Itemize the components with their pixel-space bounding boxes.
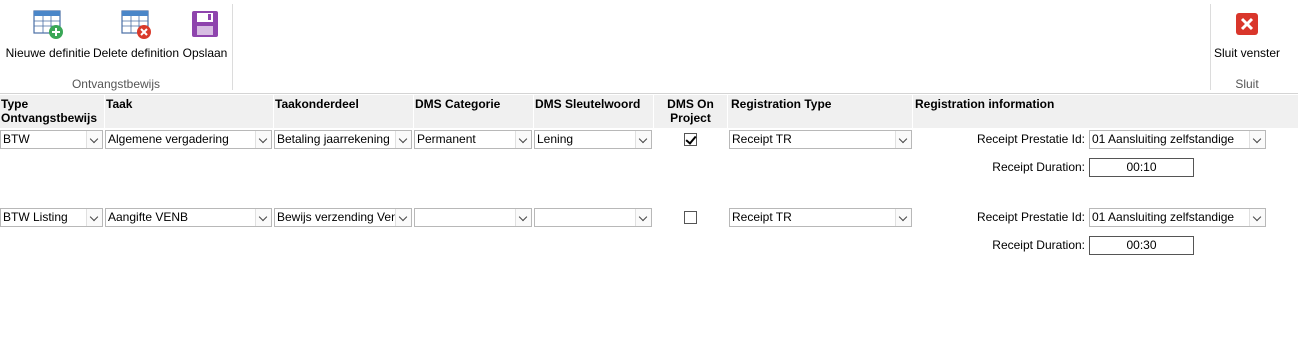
registration-type-select[interactable]: Receipt TR [729, 208, 912, 227]
taak-select[interactable]: Algemene vergadering [105, 130, 272, 149]
table-add-icon [33, 10, 63, 39]
column-header-type: Type Ontvangstbewijs [1, 97, 98, 125]
receipt-duration-input[interactable]: 00:30 [1089, 236, 1194, 255]
ribbon-separator [232, 4, 233, 90]
dms-sleutelwoord-select[interactable]: Lening [534, 130, 652, 149]
close-window-button[interactable]: Sluit venster [1212, 4, 1282, 62]
delete-definition-button[interactable]: Delete definition [92, 4, 180, 62]
chevron-down-icon[interactable] [895, 209, 911, 226]
receipt-duration-label: Receipt Duration: [992, 160, 1085, 174]
close-window-label: Sluit venster [1213, 46, 1281, 60]
dms-sleutelwoord-select[interactable] [534, 208, 652, 227]
receipt-prestatie-select[interactable]: 01 Aansluiting zelfstandige [1089, 130, 1266, 149]
dms-on-project-checkbox[interactable] [684, 133, 697, 146]
chevron-down-icon[interactable] [635, 209, 651, 226]
chevron-down-icon[interactable] [86, 131, 102, 148]
chevron-down-icon[interactable] [515, 131, 531, 148]
group-label-ontvangstbewijs: Ontvangstbewijs [71, 77, 161, 91]
chevron-down-icon[interactable] [1249, 209, 1265, 226]
column-header-dms-sleutelwoord: DMS Sleutelwoord [535, 97, 641, 111]
chevron-down-icon[interactable] [515, 209, 531, 226]
type-select[interactable]: BTW Listing [0, 208, 103, 227]
type-select[interactable]: BTW [0, 130, 103, 149]
save-icon [192, 11, 218, 37]
table-delete-icon [121, 10, 151, 39]
ribbon-separator [1210, 4, 1211, 90]
close-icon [1236, 13, 1258, 35]
receipt-prestatie-select[interactable]: 01 Aansluiting zelfstandige [1089, 208, 1266, 227]
taak-select[interactable]: Aangifte VENB [105, 208, 272, 227]
ribbon-toolbar: Nieuwe definitie Delete definition Opsla… [0, 0, 1298, 94]
column-header-taakonderdeel: Taakonderdeel [275, 97, 359, 111]
column-header-dms-on-project: DMS On Project [667, 97, 714, 125]
delete-definition-label: Delete definition [92, 46, 180, 60]
dms-categorie-select[interactable]: Permanent [414, 130, 532, 149]
column-header-dms-categorie: DMS Categorie [415, 97, 501, 111]
grid-header: Type Ontvangstbewijs Taak Taakonderdeel … [0, 95, 1298, 128]
group-label-sluit: Sluit [1235, 77, 1259, 91]
save-button[interactable]: Opslaan [180, 4, 230, 62]
new-definition-button[interactable]: Nieuwe definitie [4, 4, 92, 62]
new-definition-label: Nieuwe definitie [5, 46, 91, 60]
taakonderdeel-select[interactable]: Bewijs verzending Vennootschapsbelasting [274, 208, 412, 227]
taakonderdeel-select[interactable]: Betaling jaarrekening [274, 130, 412, 149]
column-header-taak: Taak [106, 97, 133, 111]
chevron-down-icon[interactable] [395, 209, 411, 226]
chevron-down-icon[interactable] [255, 131, 271, 148]
chevron-down-icon[interactable] [895, 131, 911, 148]
column-header-registration-type: Registration Type [731, 97, 832, 111]
receipt-duration-input[interactable]: 00:10 [1089, 158, 1194, 177]
chevron-down-icon[interactable] [86, 209, 102, 226]
dms-on-project-checkbox[interactable] [684, 211, 697, 224]
chevron-down-icon[interactable] [635, 131, 651, 148]
chevron-down-icon[interactable] [1249, 131, 1265, 148]
dms-categorie-select[interactable] [414, 208, 532, 227]
receipt-prestatie-label: Receipt Prestatie Id: [976, 132, 1085, 146]
save-label: Opslaan [182, 46, 228, 60]
receipt-prestatie-label: Receipt Prestatie Id: [976, 210, 1085, 224]
chevron-down-icon[interactable] [255, 209, 271, 226]
receipt-duration-label: Receipt Duration: [992, 238, 1085, 252]
column-header-registration-info: Registration information [915, 97, 1055, 111]
registration-type-select[interactable]: Receipt TR [729, 130, 912, 149]
chevron-down-icon[interactable] [395, 131, 411, 148]
